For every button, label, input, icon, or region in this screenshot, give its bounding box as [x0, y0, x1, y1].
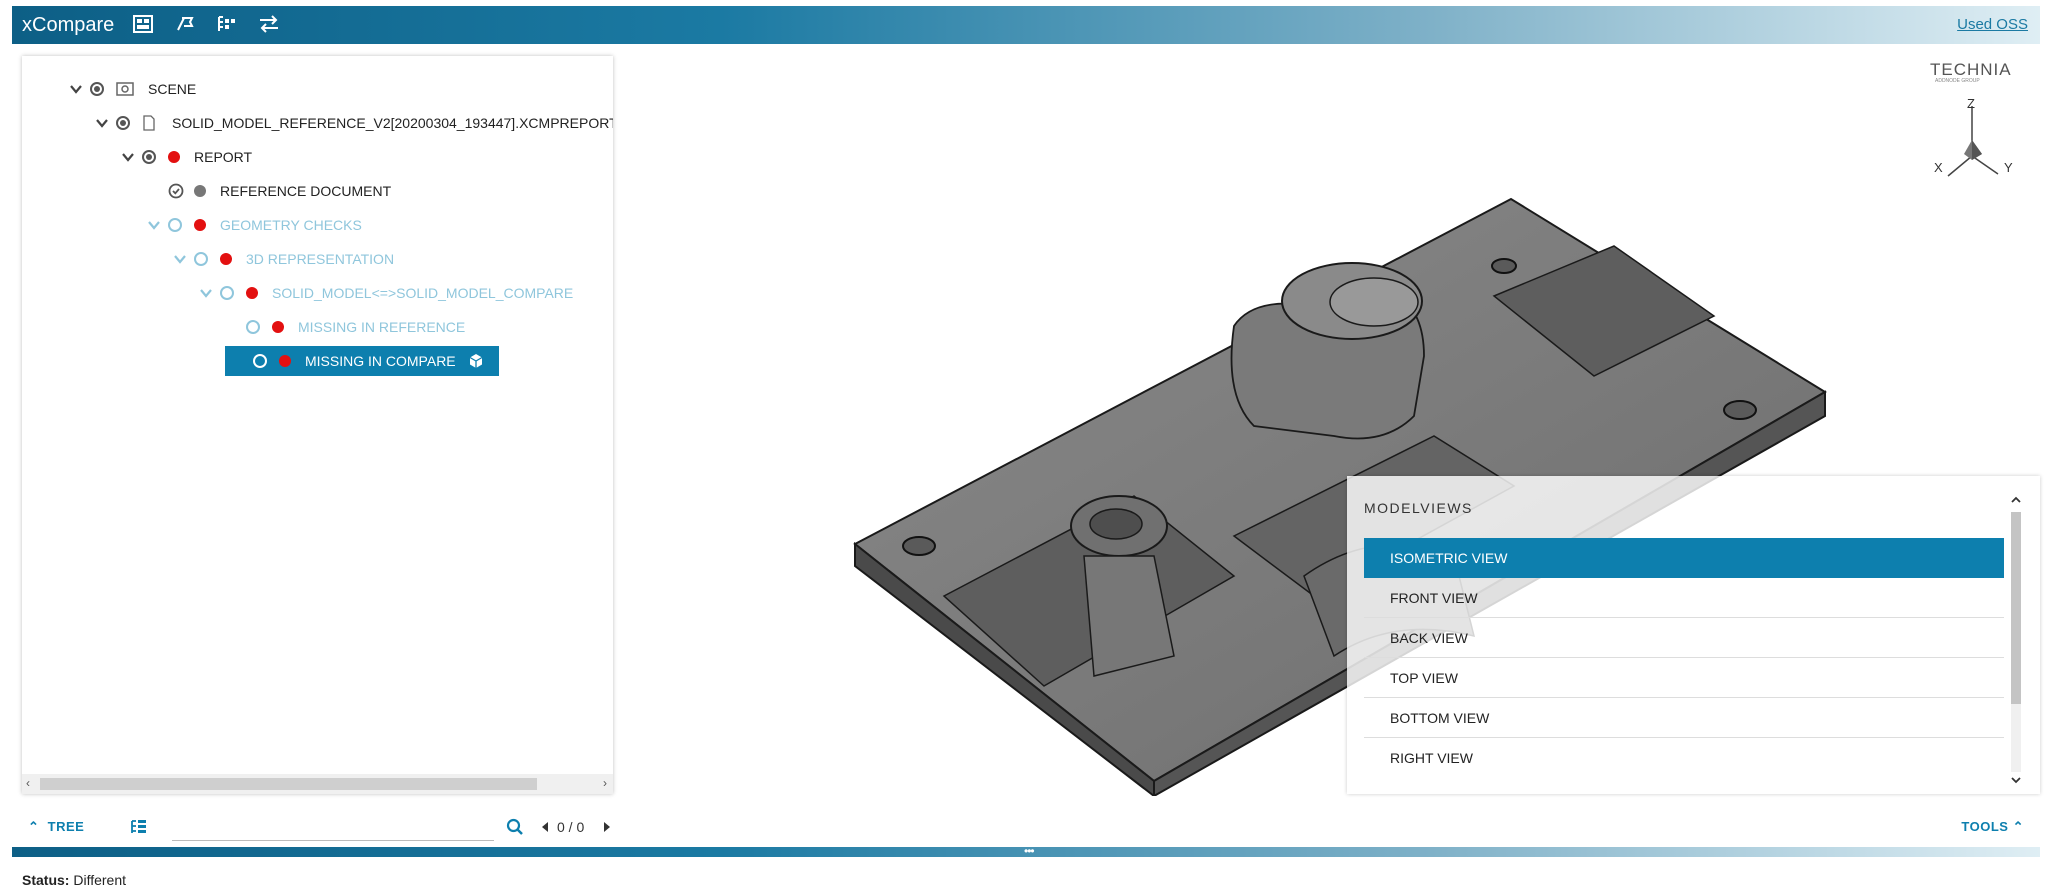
tree-node-scene[interactable]: SCENE — [68, 76, 196, 102]
tree-node-label: GEOMETRY CHECKS — [220, 217, 362, 233]
tree-node-label: SOLID_MODEL<=>SOLID_MODEL_COMPARE — [272, 285, 574, 301]
modelviews-title: MODELVIEWS — [1364, 500, 1473, 516]
visibility-radio[interactable] — [246, 320, 260, 334]
technia-logo-sub: ADDNODE GROUP — [1935, 78, 1980, 84]
tree-node-label: SOLID_MODEL_REFERENCE_V2[20200304_193447… — [172, 115, 613, 131]
modelviews-panel: MODELVIEWS ISOMETRIC VIEW FRONT VIEW BAC… — [1347, 476, 2040, 794]
modelview-isometric[interactable]: ISOMETRIC VIEW — [1364, 538, 2004, 578]
modelview-top[interactable]: TOP VIEW — [1364, 658, 2004, 698]
flag-icon[interactable] — [174, 14, 196, 34]
scene-icon[interactable] — [132, 14, 154, 34]
chevron-up-icon[interactable] — [2010, 494, 2022, 506]
chevron-down-icon[interactable] — [120, 149, 136, 165]
search-icon[interactable] — [506, 818, 524, 836]
visibility-radio[interactable] — [194, 252, 208, 266]
tree-node-geometry-checks[interactable]: GEOMETRY CHECKS — [146, 212, 362, 238]
scrollbar-thumb[interactable] — [2011, 512, 2021, 704]
camera-icon — [116, 82, 134, 96]
chevron-down-icon[interactable] — [68, 81, 84, 97]
visibility-radio[interactable] — [116, 116, 130, 130]
axis-x-label: X — [1934, 160, 1943, 175]
status-line: Status: Different — [22, 872, 126, 888]
tree-node-3d-representation[interactable]: 3D REPRESENTATION — [172, 246, 394, 272]
chevron-down-icon[interactable] — [94, 115, 110, 131]
tree-node-report-file[interactable]: SOLID_MODEL_REFERENCE_V2[20200304_193447… — [94, 110, 613, 136]
tree-toggle-button[interactable]: ⌃ TREE — [28, 819, 84, 835]
tree-node-label: MISSING IN REFERENCE — [298, 319, 466, 335]
tree-button-label: TREE — [47, 819, 85, 834]
tree-list-icon[interactable] — [130, 819, 148, 835]
document-icon — [143, 115, 155, 131]
status-label: Status: — [22, 872, 70, 888]
tree-node-solid-model-compare[interactable]: SOLID_MODEL<=>SOLID_MODEL_COMPARE — [198, 280, 573, 306]
chevron-down-icon[interactable] — [2010, 774, 2022, 786]
used-oss-link[interactable]: Used OSS — [1957, 16, 2028, 33]
modelview-bottom[interactable]: BOTTOM VIEW — [1364, 698, 2004, 738]
tree-node-label: SCENE — [148, 81, 197, 97]
chevron-down-icon[interactable] — [172, 251, 188, 267]
visibility-radio[interactable] — [253, 354, 267, 368]
cube-icon[interactable] — [468, 353, 484, 369]
tree-node-label: REPORT — [194, 149, 253, 165]
search-input[interactable] — [172, 816, 494, 841]
status-dot — [220, 253, 232, 265]
visibility-radio[interactable] — [168, 218, 182, 232]
chevron-down-icon[interactable] — [146, 217, 162, 233]
chevron-up-icon: ⌃ — [2012, 819, 2024, 834]
status-dot — [194, 219, 206, 231]
status-value: Different — [73, 872, 127, 888]
axis-z-label: Z — [1967, 96, 1975, 111]
tree-node-label: 3D REPRESENTATION — [246, 251, 395, 267]
status-dot — [272, 321, 284, 333]
scroll-left-icon[interactable]: ‹ — [26, 776, 30, 790]
chevron-down-icon[interactable] — [198, 285, 214, 301]
status-dot — [279, 355, 291, 367]
technia-logo: TECHNIA — [1930, 60, 2012, 79]
tree-panel: SCENE SOLID_MODEL_REFERENCE_V2[20200304_… — [22, 56, 613, 794]
modelview-front[interactable]: FRONT VIEW — [1364, 578, 2004, 618]
swap-icon[interactable] — [258, 14, 280, 34]
tree-node-report[interactable]: REPORT — [120, 144, 252, 170]
tree-node-label: REFERENCE DOCUMENT — [220, 183, 392, 199]
next-icon[interactable] — [602, 821, 612, 833]
panel-resize-bar[interactable]: ••• — [12, 844, 2040, 858]
scroll-right-icon[interactable]: › — [603, 776, 607, 790]
tools-button-label: TOOLS — [1961, 819, 2009, 834]
visibility-radio[interactable] — [220, 286, 234, 300]
drag-handle-icon[interactable]: ••• — [1024, 844, 1035, 858]
status-dot — [194, 185, 206, 197]
check-circle-icon[interactable] — [168, 183, 184, 199]
modelview-right[interactable]: RIGHT VIEW — [1364, 738, 2004, 778]
previous-icon[interactable] — [540, 821, 550, 833]
modelviews-scrollbar[interactable] — [2008, 494, 2022, 786]
app-title: xCompare — [22, 14, 115, 36]
visibility-radio[interactable] — [142, 150, 156, 164]
chevron-up-icon: ⌃ — [28, 819, 40, 834]
status-dot — [246, 287, 258, 299]
tree-node-label: MISSING IN COMPARE — [305, 353, 456, 369]
modelview-back[interactable]: BACK VIEW — [1364, 618, 2004, 658]
tools-toggle-button[interactable]: TOOLS ⌃ — [1961, 819, 2024, 835]
checklist-icon[interactable] — [216, 14, 238, 34]
top-bar: xCompare Used OSS — [12, 6, 2040, 44]
tree-node-missing-in-compare[interactable]: MISSING IN COMPARE — [225, 346, 499, 376]
tree-node-reference-document[interactable]: REFERENCE DOCUMENT — [146, 178, 391, 204]
tree-node-missing-in-reference[interactable]: MISSING IN REFERENCE — [224, 314, 465, 340]
bottom-toolbar: ⌃ TREE 0 / 0 TOOLS ⌃ — [12, 810, 2040, 846]
result-pager: 0 / 0 — [557, 819, 585, 835]
axis-y-label: Y — [2004, 160, 2013, 175]
scrollbar-thumb[interactable] — [40, 778, 537, 790]
status-dot — [168, 151, 180, 163]
visibility-radio[interactable] — [90, 82, 104, 96]
horizontal-scrollbar[interactable]: ‹ › — [22, 774, 613, 794]
